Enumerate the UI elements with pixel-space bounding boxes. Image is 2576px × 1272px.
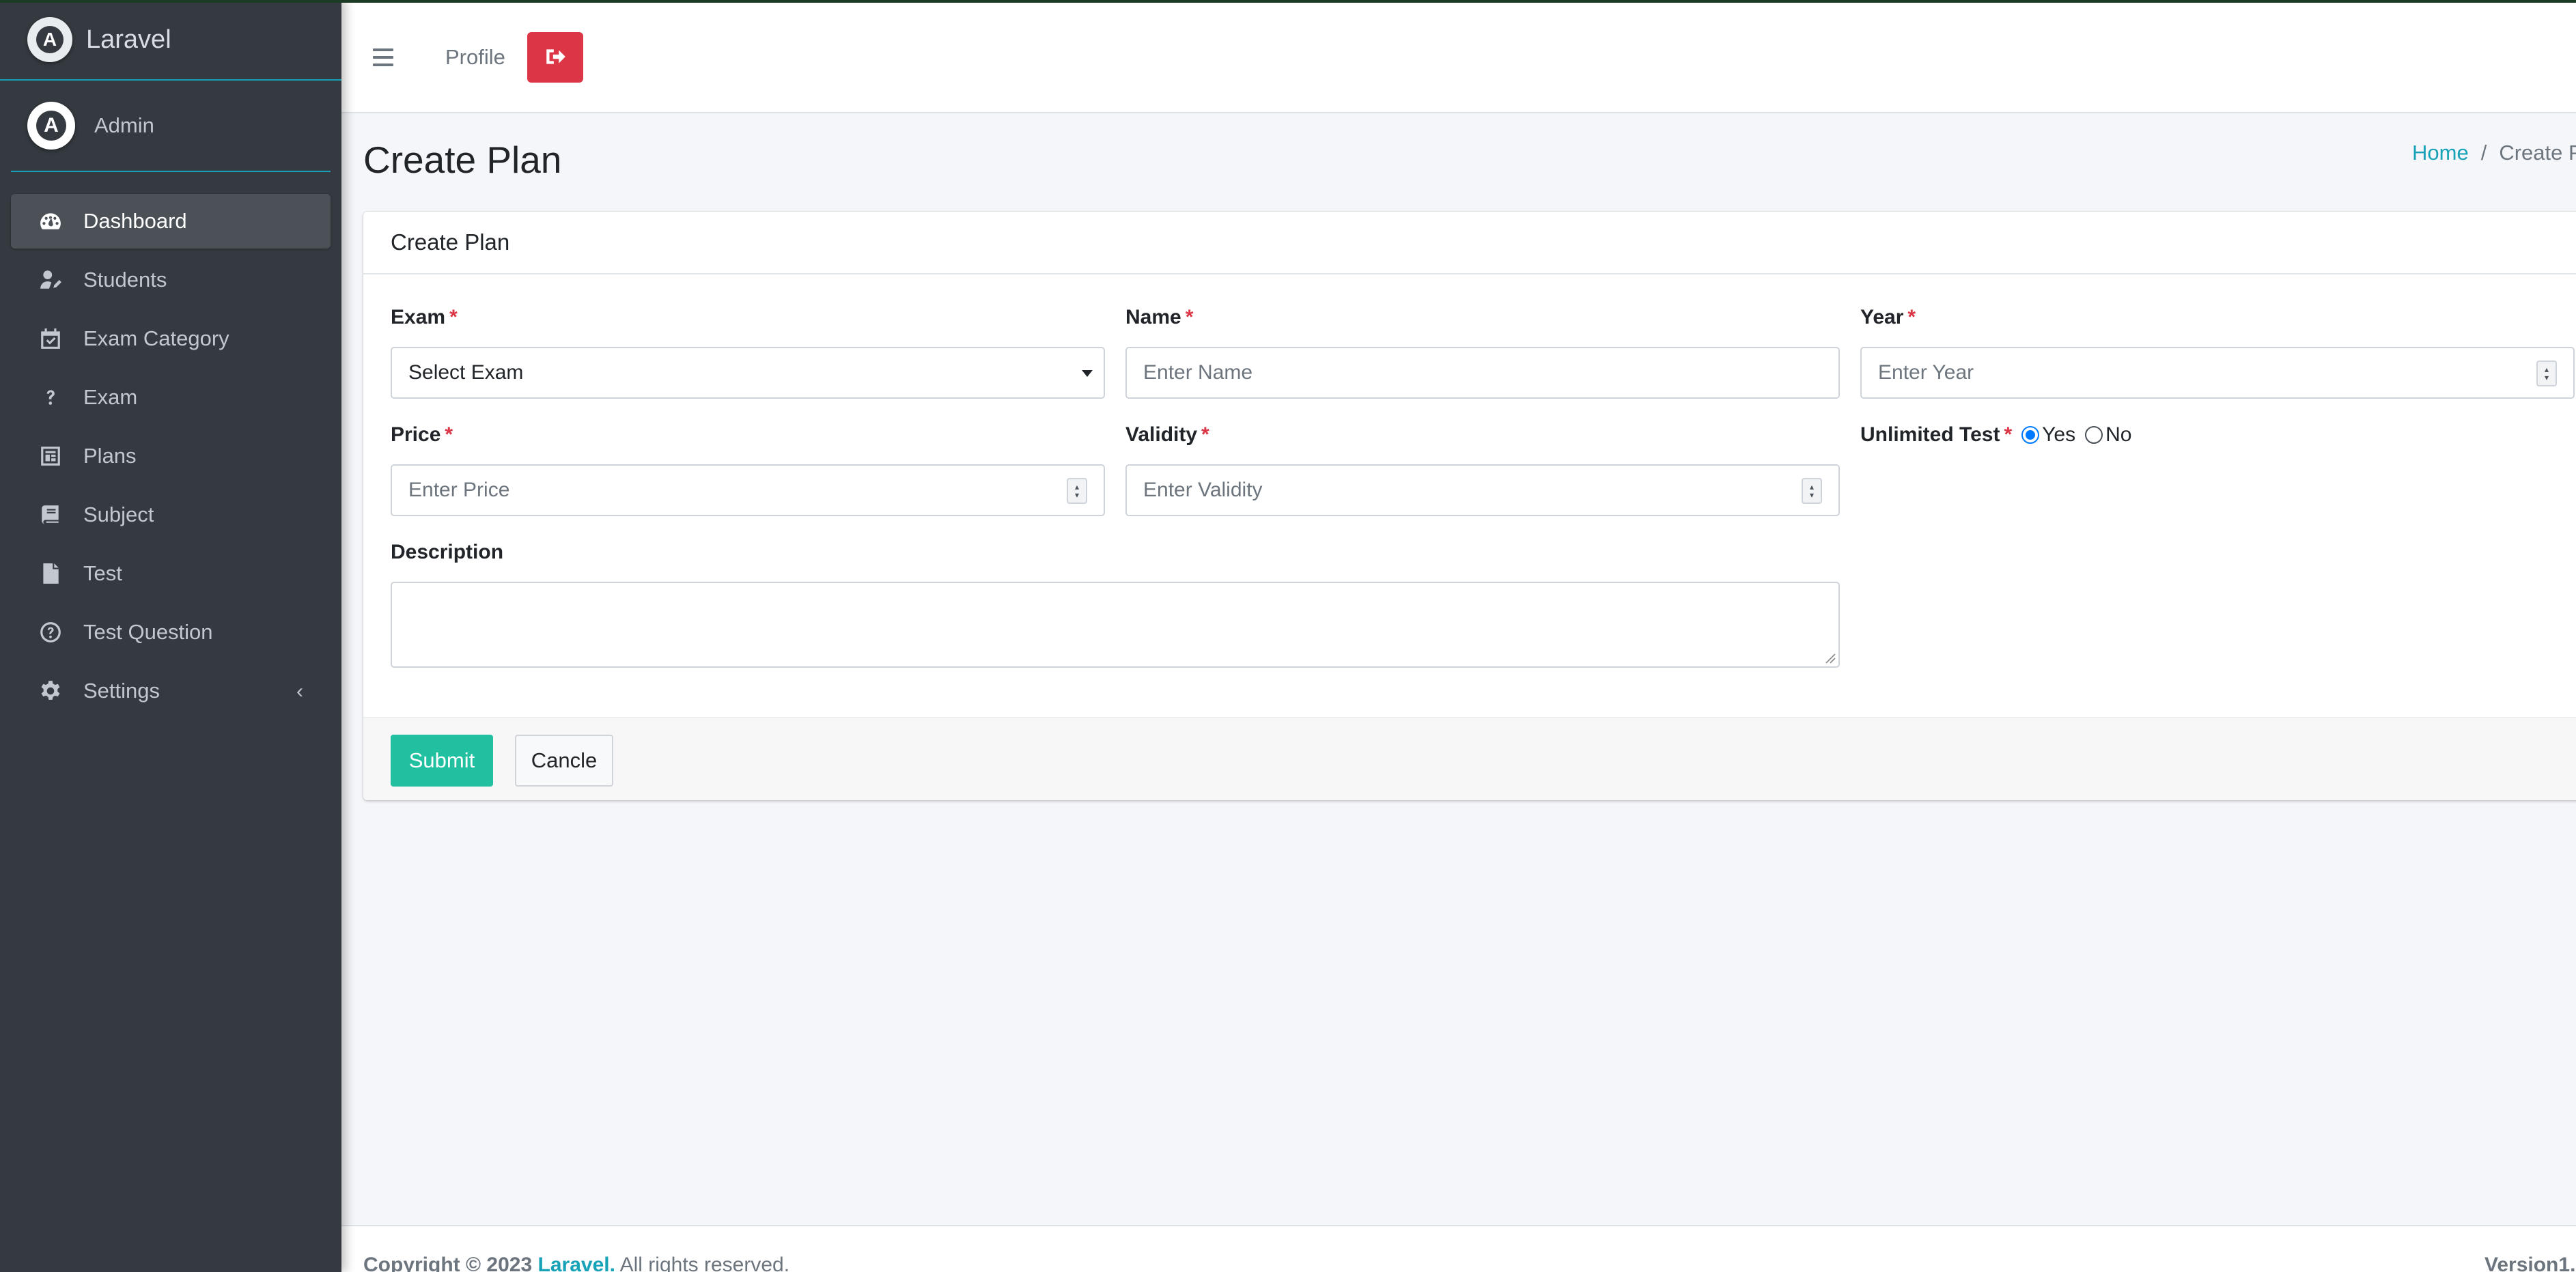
card-title: Create Plan <box>363 212 2576 274</box>
sidebar-item-settings[interactable]: Settings ‹ <box>11 664 331 718</box>
sidebar-item-label: Students <box>83 268 167 292</box>
calendar-check-icon <box>38 326 63 351</box>
sidebar-item-label: Dashboard <box>83 209 187 233</box>
price-label: Price * <box>391 423 453 446</box>
version-text: Version1.0 <box>2484 1254 2576 1272</box>
main-content: Create Plan Home / Create Pl Create Plan E… <box>341 113 2576 800</box>
sidebar-item-label: Exam Category <box>83 326 229 350</box>
menu-toggle-icon[interactable] <box>373 48 393 66</box>
description-label-group: Description <box>391 541 503 564</box>
price-label-group: Price * <box>391 423 453 447</box>
sign-out-icon <box>544 45 567 70</box>
sidebar-nav: Dashboard Students Exam Category Exam Pl… <box>0 194 341 718</box>
brand-logo-icon: A <box>27 17 72 62</box>
plans-icon <box>38 444 63 468</box>
sidebar-item-exam-category[interactable]: Exam Category <box>11 311 331 366</box>
brand-link[interactable]: A Laravel <box>0 0 341 81</box>
exam-select[interactable]: Select Exam <box>391 347 1105 399</box>
user-edit-icon <box>38 268 63 292</box>
top-navbar: Profile <box>341 3 2576 113</box>
price-input[interactable]: Enter Price ▴ ▾ <box>391 464 1105 516</box>
book-icon <box>38 503 63 527</box>
unlimited-no-radio[interactable] <box>2085 426 2103 444</box>
unlimited-yes-label[interactable]: Yes <box>2042 423 2075 447</box>
sidebar-item-label: Settings <box>83 679 160 703</box>
sidebar-item-dashboard[interactable]: Dashboard <box>11 194 331 249</box>
profile-link[interactable]: Profile <box>445 45 505 70</box>
page-title: Create Plan <box>363 139 562 181</box>
sidebar-item-students[interactable]: Students <box>11 253 331 307</box>
year-input[interactable]: Enter Year ▴ ▾ <box>1860 347 2575 399</box>
file-icon <box>38 561 63 586</box>
footer-brand-link[interactable]: Laravel. <box>538 1254 615 1272</box>
year-label-group: Year * <box>1860 306 1916 329</box>
brand-name: Laravel <box>86 25 171 54</box>
description-label: Description <box>391 541 504 563</box>
copyright-text: Copyright © 2023 Laravel. All rights res… <box>363 1254 789 1272</box>
number-spinner-icon[interactable]: ▴ ▾ <box>1802 478 1822 504</box>
chevron-down-icon <box>1082 370 1093 377</box>
page-footer: Copyright © 2023 Laravel. All rights res… <box>341 1225 2576 1272</box>
sidebar-item-plans[interactable]: Plans <box>11 429 331 483</box>
validity-label-group: Validity * <box>1125 423 1209 447</box>
exam-label-group: Exam * <box>391 306 458 329</box>
question-circle-icon <box>38 620 63 645</box>
question-icon <box>38 385 63 410</box>
avatar: A <box>27 102 75 150</box>
submit-button[interactable]: Submit <box>391 735 493 787</box>
name-label: Name * <box>1125 306 1194 328</box>
create-plan-card: Create Plan Exam * Select Exam Name * Ente… <box>363 212 2576 800</box>
tachometer-icon <box>38 209 63 234</box>
cancel-button[interactable]: Cancle <box>515 735 613 787</box>
card-body: Exam * Select Exam Name * Enter Name Year *… <box>363 274 2576 717</box>
top-accent-strip <box>0 0 2576 3</box>
content-header: Create Plan Home / Create Pl <box>341 113 2576 213</box>
user-panel[interactable]: A Admin <box>11 81 331 172</box>
name-label-group: Name * <box>1125 306 1193 329</box>
validity-label: Validity * <box>1125 423 1209 446</box>
gear-icon <box>38 679 63 703</box>
sidebar-item-label: Exam <box>83 385 138 409</box>
user-name: Admin <box>94 113 154 137</box>
sidebar-item-test-question[interactable]: Test Question <box>11 605 331 660</box>
name-input[interactable]: Enter Name <box>1125 347 1840 399</box>
breadcrumb-current: Create Pl <box>2499 141 2576 165</box>
sidebar-item-label: Subject <box>83 503 154 526</box>
unlimited-no-label[interactable]: No <box>2105 423 2131 447</box>
sidebar-item-label: Plans <box>83 444 137 468</box>
validity-input[interactable]: Enter Validity ▴ ▾ <box>1125 464 1840 516</box>
sidebar-item-label: Test <box>83 561 122 585</box>
sidebar: A Laravel A Admin Dashboard Students Exa… <box>0 0 341 1272</box>
breadcrumb-separator: / <box>2480 141 2487 165</box>
chevron-left-icon: ‹ <box>296 680 303 703</box>
breadcrumb-home-link[interactable]: Home <box>2412 141 2469 165</box>
year-label: Year * <box>1860 306 1916 328</box>
sidebar-item-label: Test Question <box>83 620 213 644</box>
logout-button[interactable] <box>527 32 583 83</box>
unlimited-test-label: Unlimited Test * <box>1860 423 2013 446</box>
sidebar-item-test[interactable]: Test <box>11 546 331 601</box>
sidebar-item-exam[interactable]: Exam <box>11 370 331 425</box>
card-footer: Submit Cancle <box>363 717 2576 800</box>
sidebar-item-subject[interactable]: Subject <box>11 487 331 542</box>
number-spinner-icon[interactable]: ▴ ▾ <box>1067 478 1087 504</box>
number-spinner-icon[interactable]: ▴ ▾ <box>2536 361 2557 386</box>
unlimited-yes-radio[interactable] <box>2021 426 2040 444</box>
breadcrumb: Home / Create Pl <box>2412 141 2576 165</box>
description-textarea[interactable] <box>391 582 1840 668</box>
exam-label: Exam * <box>391 306 458 328</box>
unlimited-test-group: Unlimited Test * Yes No <box>1860 423 2131 447</box>
resize-handle-icon[interactable] <box>1823 651 1836 664</box>
